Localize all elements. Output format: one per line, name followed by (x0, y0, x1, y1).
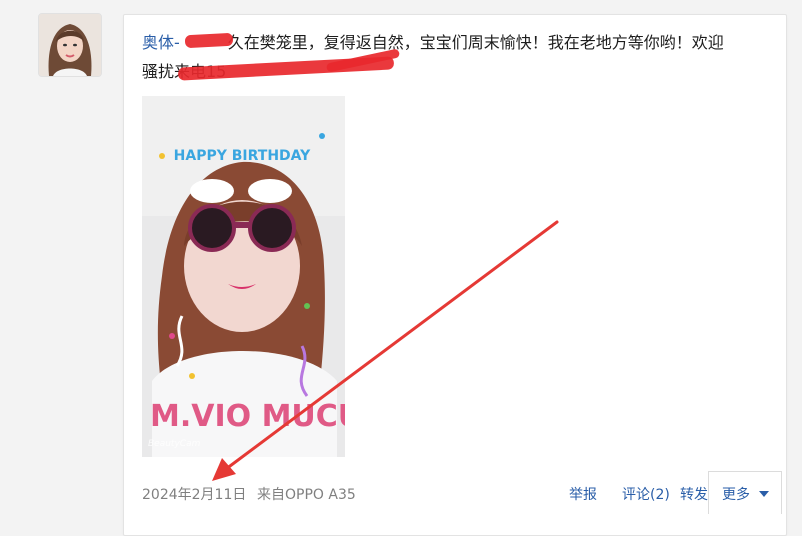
birthday-banner: HAPPY BIRTHDAY (174, 148, 311, 164)
author-link[interactable]: 奥体- (142, 33, 180, 52)
post-body: 久在樊笼里，复得返自然，宝宝们周末愉快！我在老地方等你哟！欢迎 (227, 33, 724, 52)
shirt-print: M.VIO MUCU (150, 399, 345, 434)
post-source: 来自OPPO A35 (257, 487, 356, 503)
post-date[interactable]: 2024年2月11日 (142, 484, 246, 504)
more-button[interactable]: 更多 (708, 471, 782, 514)
avatar-photo (39, 14, 101, 76)
user-avatar[interactable] (38, 13, 102, 77)
more-label: 更多 (722, 487, 750, 503)
redaction-mark (184, 32, 234, 49)
selfie-photo: HAPPY BIRTHDAY M.VIO MUCU (142, 96, 345, 457)
post-footer: 2024年2月11日 来自OPPO A35 举报 评论(2) 转发 (142, 481, 792, 505)
post-image[interactable]: HAPPY BIRTHDAY M.VIO MUCU BeautyCam (142, 96, 345, 457)
image-watermark: BeautyCam (148, 439, 201, 449)
caret-down-icon (759, 491, 769, 497)
comment-button[interactable]: 评论(2) (622, 484, 670, 504)
report-button[interactable]: 举报 (569, 484, 597, 504)
forward-button[interactable]: 转发 (680, 484, 708, 504)
